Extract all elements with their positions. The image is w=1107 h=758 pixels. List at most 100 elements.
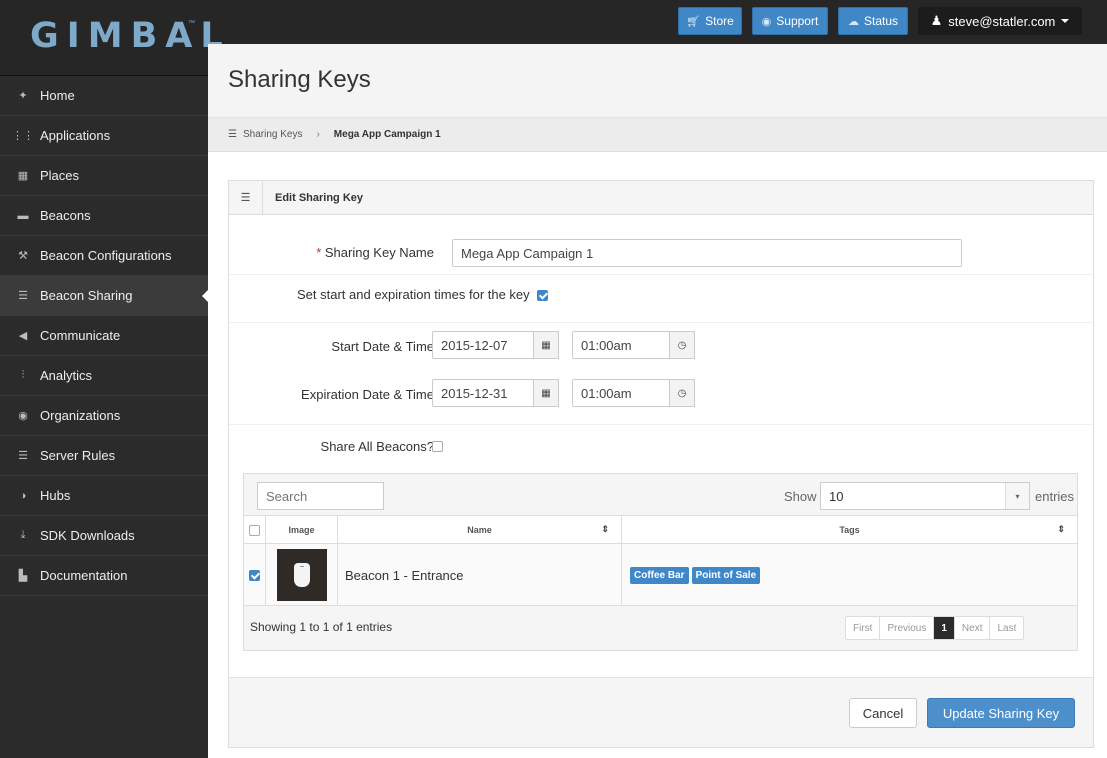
set-times-row: Set start and expiration times for the k… — [297, 287, 549, 302]
sidebar-item-server-rules[interactable]: ☰ Server Rules — [0, 436, 208, 476]
sidebar-item-label: Beacon Sharing — [40, 288, 133, 303]
list-icon: ☰ — [18, 450, 28, 462]
calendar-icon[interactable]: ▦ — [533, 379, 559, 407]
entries-label: entries — [1035, 489, 1075, 504]
column-name[interactable]: Name ⇕ — [338, 516, 622, 544]
sidebar-item-label: Server Rules — [40, 448, 116, 463]
user-email: steve@statler.com — [948, 13, 1056, 29]
column-name-label: Name — [467, 525, 492, 535]
clock-icon[interactable]: ◷ — [669, 379, 695, 407]
user-icon: ♟ — [930, 13, 943, 28]
row-checkbox[interactable] — [249, 569, 260, 581]
column-tags[interactable]: Tags ⇕ — [622, 516, 1077, 544]
sort-icon[interactable]: ⇕ — [601, 524, 609, 535]
megaphone-icon: ◀ — [18, 330, 28, 342]
support-button[interactable]: ◉ Support — [752, 7, 828, 35]
table-summary: Showing 1 to 1 of 1 entries — [250, 620, 393, 634]
sidebar-item-sdk-downloads[interactable]: ⤓ SDK Downloads — [0, 516, 208, 556]
logo-text: GIMBAL — [30, 16, 231, 56]
edit-sharing-key-panel: ☰ Edit Sharing Key * Sharing Key Name Me… — [228, 180, 1094, 748]
beacon-icon — [293, 563, 310, 587]
panel-footer: Cancel Update Sharing Key — [229, 677, 1093, 747]
sidebar-item-label: Places — [40, 168, 80, 183]
sidebar-item-beacon-sharing[interactable]: ☰ Beacon Sharing — [0, 276, 209, 316]
sidebar-item-beacon-configurations[interactable]: ⚒ Beacon Configurations — [0, 236, 208, 276]
sidebar-item-documentation[interactable]: ▙ Documentation — [0, 556, 208, 596]
sidebar-item-home[interactable]: ✦ Home — [0, 76, 208, 116]
panel-header: ☰ Edit Sharing Key — [229, 180, 1093, 215]
pagination: First Previous 1 Next Last — [845, 616, 1025, 640]
chevron-down-icon: ▾ — [1005, 483, 1029, 509]
page-header: Sharing Keys — [208, 44, 1107, 118]
sort-icon[interactable]: ⇕ — [1057, 524, 1065, 535]
sharing-key-name-input[interactable]: Mega App Campaign 1 — [452, 239, 962, 267]
sidebar-item-hubs[interactable]: ◑ Hubs — [0, 476, 208, 516]
logo-trademark: ™ — [188, 20, 195, 27]
name-label-text: Sharing Key Name — [324, 245, 434, 260]
cart-icon: 🛒︎ — [686, 15, 701, 28]
pager-last[interactable]: Last — [990, 617, 1023, 639]
store-button[interactable]: 🛒︎ Store — [678, 7, 742, 35]
pager-next[interactable]: Next — [955, 617, 991, 639]
beacons-table: Show 10 ▾ entries Image Name ⇕ Tags — [243, 473, 1078, 651]
contrast-icon: ◑ — [19, 489, 27, 502]
page-size-select[interactable]: 10 ▾ — [820, 482, 1030, 510]
search-input[interactable] — [257, 482, 384, 510]
list-icon: ☰ — [228, 129, 237, 140]
cancel-button[interactable]: Cancel — [849, 698, 917, 728]
logo[interactable]: GIMBAL ™ — [0, 0, 223, 76]
chevron-right-icon: › — [316, 129, 320, 140]
form-row-share-all: Share All Beacons? — [229, 425, 1093, 469]
sidebar-item-label: Beacons — [40, 208, 91, 223]
table-footer: Showing 1 to 1 of 1 entries First Previo… — [244, 606, 1077, 650]
status-button[interactable]: ☁ Status — [838, 7, 908, 35]
set-times-checkbox[interactable] — [537, 290, 549, 302]
row-select-cell — [244, 544, 266, 606]
share-all-label: Share All Beacons? — [320, 439, 434, 454]
start-time-input[interactable]: 01:00am — [572, 331, 670, 359]
tag-badge[interactable]: Point of Sale — [691, 566, 761, 584]
table-controls: Show 10 ▾ entries — [244, 474, 1077, 516]
user-menu[interactable]: ♟ steve@statler.com — [918, 7, 1082, 35]
pager-current-page[interactable]: 1 — [934, 617, 955, 639]
sidebar-item-label: Beacon Configurations — [40, 248, 172, 263]
sidebar-item-communicate[interactable]: ◀ Communicate — [0, 316, 208, 356]
form-row-expiration: Expiration Date & Time 2015-12-31 ▦ 01:0… — [229, 371, 1093, 425]
clock-icon[interactable]: ◷ — [669, 331, 695, 359]
status-label: Status — [863, 14, 899, 28]
page-size-value: 10 — [829, 488, 844, 504]
row-image-cell — [266, 544, 338, 606]
expiration-time-input[interactable]: 01:00am — [572, 379, 670, 407]
lifebuoy-icon: ◉ — [761, 15, 772, 28]
beacon-image — [276, 549, 327, 601]
sidebar-item-label: Organizations — [40, 408, 121, 423]
table-row[interactable]: Beacon 1 - Entrance Coffee Bar Point of … — [244, 544, 1077, 606]
calendar-icon[interactable]: ▦ — [533, 331, 559, 359]
grid-icon: ⋮⋮ — [12, 130, 34, 142]
update-sharing-key-button[interactable]: Update Sharing Key — [927, 698, 1075, 728]
globe-icon: ◉ — [18, 410, 28, 422]
wrench-icon: ⚒ — [18, 250, 28, 262]
sidebar-item-beacons[interactable]: ▬ Beacons — [0, 196, 208, 236]
pager-previous[interactable]: Previous — [880, 617, 935, 639]
sidebar-item-applications[interactable]: ⋮⋮ Applications — [0, 116, 208, 156]
pager-first[interactable]: First — [846, 617, 881, 639]
breadcrumb: ☰ Sharing Keys › Mega App Campaign 1 — [208, 118, 1107, 152]
download-icon: ⤓ — [20, 529, 26, 541]
column-image: Image — [266, 516, 338, 544]
caret-down-icon — [1061, 19, 1070, 23]
start-date-input[interactable]: 2015-12-07 — [432, 331, 534, 359]
sidebar-item-label: Analytics — [40, 368, 93, 383]
tag-badge[interactable]: Coffee Bar — [630, 566, 689, 584]
share-all-checkbox[interactable] — [432, 441, 443, 452]
form-row-start: Start Date & Time 2015-12-07 ▦ 01:00am ◷ — [229, 323, 1093, 371]
sidebar-item-analytics[interactable]: ⫶ Analytics — [0, 356, 208, 396]
select-all-checkbox[interactable] — [249, 524, 260, 536]
main-content: Sharing Keys ☰ Sharing Keys › Mega App C… — [208, 44, 1107, 758]
expiration-date-input[interactable]: 2015-12-31 — [432, 379, 534, 407]
breadcrumb-root[interactable]: Sharing Keys — [243, 129, 302, 140]
row-name-cell: Beacon 1 - Entrance — [338, 544, 622, 606]
sidebar-item-places[interactable]: ▦ Places — [0, 156, 208, 196]
sidebar-item-organizations[interactable]: ◉ Organizations — [0, 396, 208, 436]
column-tags-label: Tags — [839, 525, 860, 535]
